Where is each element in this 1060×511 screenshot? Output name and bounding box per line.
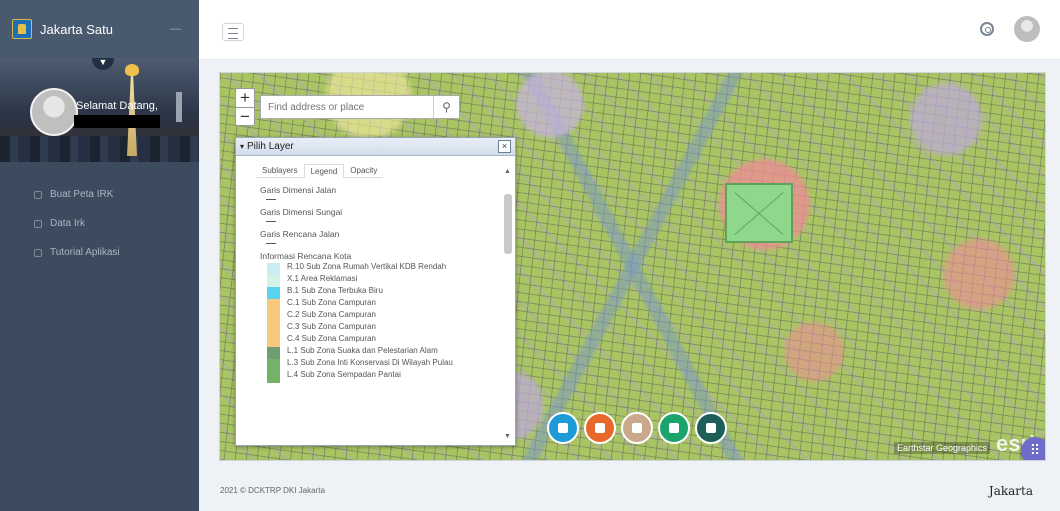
profile-hero: ▼ Selamat Datang, xyxy=(0,58,199,162)
legend-line-swatch xyxy=(266,243,276,244)
legend-label: C.2 Sub Zona Campuran xyxy=(287,310,376,319)
zoom-out-button[interactable]: − xyxy=(236,107,254,125)
legend-label: C.1 Sub Zona Campuran xyxy=(287,298,376,307)
legend-label: X.1 Area Reklamasi xyxy=(287,274,358,283)
apps-grid-icon[interactable]: ⠿ xyxy=(1021,437,1045,460)
legend-line-swatch xyxy=(266,221,276,222)
legend-swatch xyxy=(267,263,280,275)
tab-opacity[interactable]: Opacity xyxy=(344,164,384,178)
app-title: Jakarta Satu xyxy=(40,21,113,37)
legend-line-swatch xyxy=(266,199,276,200)
draw-tool-button[interactable] xyxy=(621,412,653,444)
sidebar-item-buat-peta[interactable]: Buat Peta IRK xyxy=(0,180,199,209)
tab-legend[interactable]: Legend xyxy=(303,164,345,178)
footer: 2021 © DCKTRP DKI Jakarta Jakarta xyxy=(199,470,1060,511)
tower-silhouette xyxy=(176,92,182,122)
legend-label: L.3 Sub Zona Inti Konservasi Di Wilayah … xyxy=(287,358,453,367)
top-bar xyxy=(199,0,1060,60)
search-input[interactable] xyxy=(261,96,433,118)
legend-swatch xyxy=(267,335,280,347)
legend-label: C.3 Sub Zona Campuran xyxy=(287,322,376,331)
legend-line-title: Garis Dimensi Sungai xyxy=(260,207,343,217)
basemap-tool-button[interactable] xyxy=(584,412,616,444)
monas-flame xyxy=(125,64,139,76)
monas-monument xyxy=(127,72,137,156)
legend-label: L.1 Sub Zona Suaka dan Pelestarian Alam xyxy=(287,346,438,355)
copyright-text: 2021 © DCKTRP DKI Jakarta xyxy=(220,486,325,495)
address-search: ⚲ xyxy=(260,95,460,119)
search-icon[interactable]: ⚲ xyxy=(433,96,459,118)
redacted-username xyxy=(74,115,160,128)
gear-icon[interactable] xyxy=(980,22,994,36)
layers-tool-button[interactable] xyxy=(547,412,579,444)
legend-swatch xyxy=(267,311,280,323)
sidebar-item-tutorial[interactable]: Tutorial Aplikasi xyxy=(0,238,199,267)
collapse-icon[interactable]: — xyxy=(170,23,181,35)
map-icon xyxy=(34,190,42,199)
legend-list: Garis Dimensi Jalan Garis Dimensi Sungai… xyxy=(236,184,502,442)
legend-swatch xyxy=(267,347,280,359)
legend-label: C.4 Sub Zona Campuran xyxy=(287,334,376,343)
city-skyline xyxy=(0,136,199,162)
map-attribution: Earthstar Geographics xyxy=(894,442,991,454)
sidebar-nav: Buat Peta IRK Data Irk Tutorial Aplikasi xyxy=(0,180,199,267)
profile-avatar xyxy=(30,88,78,136)
tab-sublayers[interactable]: Sublayers xyxy=(256,164,304,178)
legend-swatch xyxy=(267,275,280,287)
monas-park-area xyxy=(725,183,793,243)
panel-title: Pilih Layer xyxy=(247,141,294,152)
user-avatar[interactable] xyxy=(1014,16,1040,42)
brand-bar[interactable]: Jakarta Satu — xyxy=(0,0,199,58)
legend-label: L.4 Sub Zona Sempadan Pantai xyxy=(287,370,401,379)
legend-line-title: Garis Rencana Jalan xyxy=(260,229,340,239)
info-icon xyxy=(34,248,42,257)
menu-icon[interactable] xyxy=(222,23,244,41)
jakarta-logo-icon xyxy=(12,19,32,39)
legend-swatch xyxy=(267,299,280,311)
print-tool-button[interactable] xyxy=(695,412,727,444)
zoning-map[interactable]: + − ⚲ ▾ Pilih Layer × Sublayers Legend O… xyxy=(219,72,1046,461)
legend-swatch xyxy=(267,323,280,335)
sidebar-item-data-irk[interactable]: Data Irk xyxy=(0,209,199,238)
legend-label: R.10 Sub Zona Rumah Vertikal KDB Rendah xyxy=(287,262,447,271)
sidebar-item-label: Tutorial Aplikasi xyxy=(50,247,120,258)
legend-label: B.1 Sub Zona Terbuka Biru xyxy=(287,286,383,295)
legend-line-title: Garis Dimensi Jalan xyxy=(260,185,337,195)
export-tool-button[interactable] xyxy=(658,412,690,444)
legend-rows: R.10 Sub Zona Rumah Vertikal KDB Rendah X… xyxy=(260,262,502,383)
list-icon xyxy=(34,219,42,228)
legend-swatch xyxy=(267,371,280,383)
sidebar-item-label: Data Irk xyxy=(50,218,86,229)
layer-panel: ▾ Pilih Layer × Sublayers Legend Opacity… xyxy=(235,137,516,446)
zoom-in-button[interactable]: + xyxy=(236,89,254,107)
scroll-up-icon[interactable]: ▲ xyxy=(504,168,511,175)
greeting-text: Selamat Datang, xyxy=(76,100,158,112)
zoom-control: + − xyxy=(235,88,255,126)
panel-scrollbar[interactable]: ▲ ▼ xyxy=(504,168,512,440)
collapse-arrow-icon[interactable]: ▾ xyxy=(240,142,244,151)
legend-row: L.4 Sub Zona Sempadan Pantai xyxy=(267,370,502,383)
jakarta-brand-logo: Jakarta xyxy=(988,483,1033,498)
sidebar: Jakarta Satu — ▼ Selamat Datang, Buat Pe… xyxy=(0,0,199,511)
legend-swatch xyxy=(267,359,280,371)
legend-swatch xyxy=(267,287,280,299)
panel-tabs: Sublayers Legend Opacity xyxy=(256,164,515,178)
scroll-thumb[interactable] xyxy=(504,194,512,254)
legend-group-title: Informasi Rencana Kota xyxy=(260,251,352,261)
sidebar-item-label: Buat Peta IRK xyxy=(50,189,114,200)
scroll-down-icon[interactable]: ▼ xyxy=(504,433,511,440)
panel-header[interactable]: ▾ Pilih Layer × xyxy=(236,138,515,156)
chevron-down-icon[interactable]: ▼ xyxy=(92,58,114,70)
close-icon[interactable]: × xyxy=(498,140,511,153)
